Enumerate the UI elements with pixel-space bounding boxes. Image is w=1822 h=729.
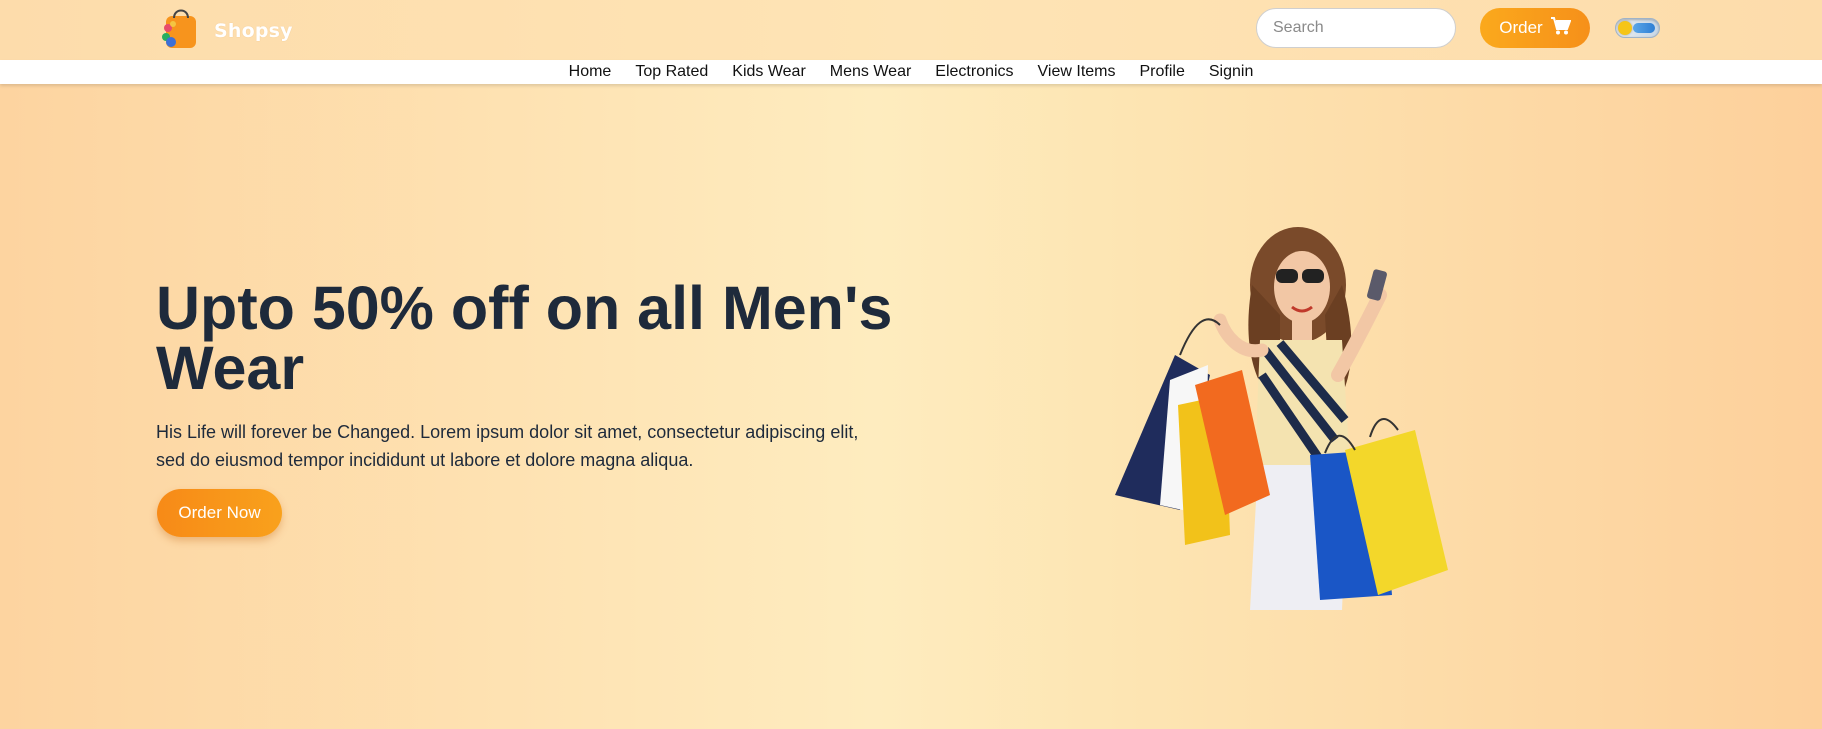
brand-logo[interactable]: Shopsy	[156, 4, 293, 57]
nav-item-electronics[interactable]: Electronics	[923, 63, 1025, 81]
dark-mode-toggle[interactable]	[1615, 18, 1660, 38]
nav-item-signin[interactable]: Signin	[1197, 63, 1265, 81]
search-input[interactable]	[1273, 19, 1480, 37]
nav-item-mens-wear[interactable]: Mens Wear	[818, 63, 924, 81]
cloud-icon	[1633, 23, 1655, 33]
order-button[interactable]: Order	[1480, 8, 1590, 48]
nav-item-top-rated[interactable]: Top Rated	[623, 63, 720, 81]
nav-item-home[interactable]: Home	[557, 63, 624, 81]
hero-description: His Life will forever be Changed. Lorem …	[156, 422, 859, 470]
top-header: Shopsy Order	[0, 0, 1822, 60]
main-nav: Home Top Rated Kids Wear Mens Wear Elect…	[0, 60, 1822, 84]
order-button-label: Order	[1499, 18, 1543, 37]
sun-icon	[1618, 21, 1632, 35]
nav-item-view-items[interactable]: View Items	[1026, 63, 1128, 81]
order-now-button[interactable]: Order Now	[157, 489, 282, 537]
shopping-bag-icon	[156, 4, 204, 57]
nav-item-profile[interactable]: Profile	[1128, 63, 1197, 81]
hero-shopping-woman-image	[1080, 225, 1510, 610]
cart-icon	[1550, 16, 1572, 40]
hero-title: Upto 50% off on all Men's Wear	[156, 274, 893, 402]
brand-name: Shopsy	[214, 19, 293, 42]
search-box[interactable]	[1256, 8, 1496, 48]
nav-list: Home Top Rated Kids Wear Mens Wear Elect…	[0, 60, 1822, 84]
nav-item-kids-wear[interactable]: Kids Wear	[720, 63, 818, 81]
